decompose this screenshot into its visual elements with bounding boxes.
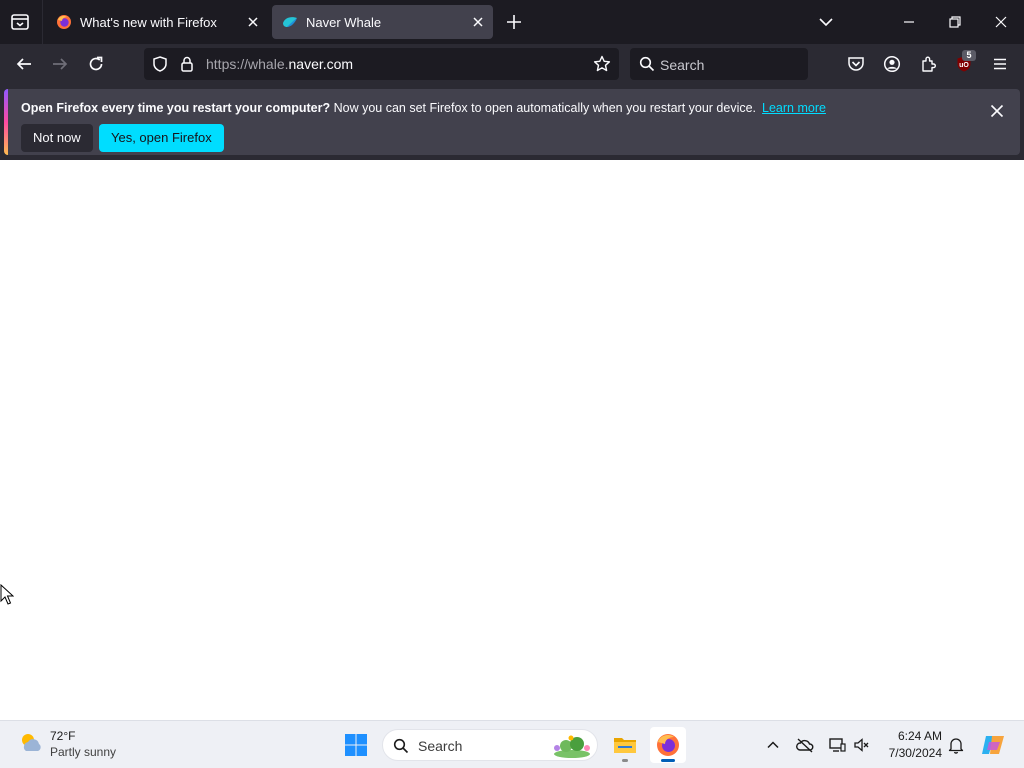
tab-strip: What's new with Firefox Naver Whale bbox=[0, 0, 1024, 44]
close-tab-icon[interactable] bbox=[246, 15, 260, 29]
pocket-icon[interactable] bbox=[847, 55, 865, 73]
search-highlight-illustration-icon bbox=[549, 734, 595, 758]
lock-icon[interactable] bbox=[180, 56, 194, 72]
url-scheme: https://whale. bbox=[206, 56, 289, 72]
notification-body: Now you can set Firefox to open automati… bbox=[330, 101, 757, 115]
taskbar: 72°F Partly sunny Search 6:24 AM 7/30/20… bbox=[0, 720, 1024, 768]
search-placeholder: Search bbox=[660, 57, 705, 73]
partly-sunny-weather-icon[interactable] bbox=[18, 730, 44, 756]
search-bar[interactable]: Search bbox=[630, 48, 808, 80]
running-indicator bbox=[622, 759, 628, 762]
copilot-icon[interactable] bbox=[980, 732, 1006, 758]
notification-bar: Open Firefox every time you restart your… bbox=[4, 89, 1020, 155]
address-bar[interactable]: https://whale.naver.com bbox=[144, 48, 619, 80]
forward-arrow-icon[interactable] bbox=[51, 55, 69, 73]
weather-description[interactable]: Partly sunny bbox=[50, 745, 116, 759]
clock-date[interactable]: 7/30/2024 bbox=[880, 746, 942, 760]
clock-time[interactable]: 6:24 AM bbox=[890, 729, 942, 743]
chevron-up-icon[interactable] bbox=[764, 736, 782, 754]
plus-icon[interactable] bbox=[506, 14, 522, 30]
active-indicator bbox=[661, 759, 675, 762]
search-icon bbox=[393, 738, 409, 754]
volume-muted-icon[interactable] bbox=[853, 736, 871, 754]
reload-icon[interactable] bbox=[87, 55, 105, 73]
yes-open-firefox-button[interactable]: Yes, open Firefox bbox=[99, 124, 224, 152]
tab-title: What's new with Firefox bbox=[80, 15, 217, 30]
windows-start-icon[interactable] bbox=[344, 733, 368, 757]
notification-message: Open Firefox every time you restart your… bbox=[21, 101, 826, 115]
restore-icon[interactable] bbox=[947, 14, 963, 30]
weather-temperature[interactable]: 72°F bbox=[50, 729, 75, 743]
navigation-toolbar: https://whale.naver.com Search uO 5 bbox=[0, 44, 1024, 85]
close-icon[interactable] bbox=[990, 104, 1004, 118]
close-tab-icon[interactable] bbox=[471, 15, 485, 29]
taskbar-search-placeholder: Search bbox=[418, 738, 463, 754]
notification-title: Open Firefox every time you restart your… bbox=[21, 101, 331, 115]
file-explorer-taskbar-button[interactable] bbox=[607, 727, 643, 763]
chevron-down-icon[interactable] bbox=[818, 15, 834, 29]
back-arrow-icon[interactable] bbox=[15, 55, 33, 73]
tab-naver-whale[interactable]: Naver Whale bbox=[272, 5, 493, 39]
onedrive-offline-icon[interactable] bbox=[796, 736, 814, 754]
notification-bell-icon[interactable] bbox=[947, 736, 965, 754]
notification-bar-container: Open Firefox every time you restart your… bbox=[0, 85, 1024, 160]
page-content[interactable] bbox=[0, 160, 1024, 720]
account-icon[interactable] bbox=[883, 55, 901, 73]
close-window-icon[interactable] bbox=[993, 14, 1009, 30]
minimize-icon[interactable] bbox=[901, 14, 917, 30]
tab-title: Naver Whale bbox=[306, 15, 382, 30]
tab-list-icon[interactable] bbox=[8, 11, 32, 33]
tab-whats-new[interactable]: What's new with Firefox bbox=[46, 5, 268, 39]
url-host: naver.com bbox=[288, 56, 354, 72]
network-display-icon[interactable] bbox=[828, 736, 846, 754]
ublock-count-badge: 5 bbox=[962, 50, 976, 61]
tab-separator bbox=[42, 0, 43, 44]
search-icon bbox=[639, 56, 655, 72]
firefox-icon bbox=[656, 733, 680, 757]
svg-text:uO: uO bbox=[959, 62, 969, 69]
file-explorer-icon bbox=[613, 733, 637, 757]
notification-accent bbox=[4, 89, 8, 155]
hamburger-menu-icon[interactable] bbox=[991, 55, 1009, 73]
star-icon[interactable] bbox=[593, 55, 611, 73]
mouse-cursor-icon bbox=[0, 584, 14, 606]
whale-favicon-icon bbox=[282, 14, 298, 30]
url-text[interactable]: https://whale.naver.com bbox=[206, 56, 353, 72]
not-now-button[interactable]: Not now bbox=[21, 124, 93, 152]
extensions-icon[interactable] bbox=[919, 55, 937, 73]
learn-more-link[interactable]: Learn more bbox=[762, 101, 826, 115]
firefox-taskbar-button[interactable] bbox=[650, 727, 686, 763]
taskbar-search-box[interactable]: Search bbox=[382, 729, 598, 761]
tracking-shield-icon[interactable] bbox=[152, 56, 168, 72]
firefox-favicon-icon bbox=[56, 14, 72, 30]
